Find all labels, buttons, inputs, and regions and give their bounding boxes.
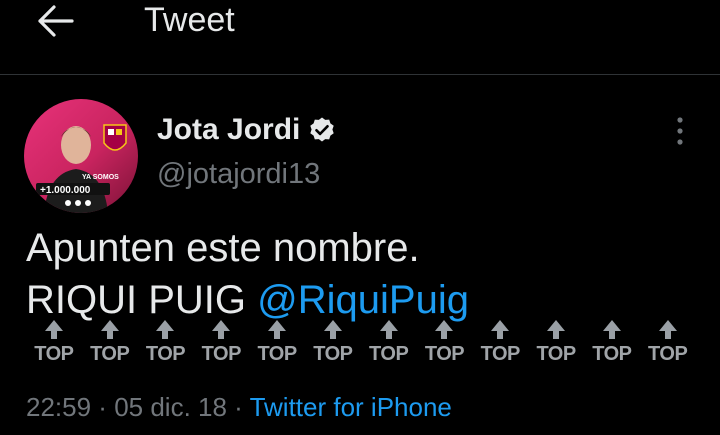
up-arrow-stem <box>497 331 504 339</box>
top-emoji: TOP <box>417 320 473 366</box>
top-emoji: TOP <box>193 320 249 366</box>
up-arrow-icon <box>323 320 342 331</box>
tweet-meta: 22:59 · 05 dic. 18 · Twitter for iPhone <box>26 392 452 423</box>
up-arrow-icon <box>435 320 454 331</box>
up-arrow-icon <box>658 320 677 331</box>
top-emoji-row: TOP TOP TOP TOP TOP TOP TOP TOP TOP TOP TOP TOP <box>26 320 696 366</box>
up-arrow-icon <box>100 320 119 331</box>
top-emoji-label: TOP <box>536 343 576 365</box>
up-arrow-icon <box>44 320 63 331</box>
top-emoji: TOP <box>640 320 696 366</box>
author-display-name[interactable]: Jota Jordi <box>157 113 300 147</box>
top-emoji: TOP <box>305 320 361 366</box>
up-arrow-stem <box>608 331 615 339</box>
up-arrow-stem <box>385 331 392 339</box>
tweet-line-2-text: RIQUI PUIG <box>26 278 258 322</box>
top-emoji-label: TOP <box>648 343 688 365</box>
up-arrow-icon <box>491 320 510 331</box>
top-emoji-label: TOP <box>424 343 465 365</box>
avatar-overlay-line2: +1.000.000 <box>40 185 91 196</box>
tweet-source-link[interactable]: Twitter for iPhone <box>250 392 452 422</box>
up-arrow-stem <box>106 331 113 339</box>
top-emoji: TOP <box>249 320 305 366</box>
top-emoji-label: TOP <box>90 343 130 365</box>
tweet-line-1: Apunten este nombre. <box>26 226 420 270</box>
top-emoji: TOP <box>82 320 138 366</box>
top-emoji: TOP <box>26 320 82 366</box>
top-emoji: TOP <box>528 320 584 366</box>
top-emoji-label: TOP <box>145 343 186 365</box>
more-vertical-icon <box>677 117 683 145</box>
up-arrow-stem <box>664 331 671 339</box>
more-options-button[interactable] <box>668 112 692 152</box>
up-arrow-stem <box>274 331 281 339</box>
top-emoji-label: TOP <box>313 343 353 365</box>
verified-badge-icon <box>308 116 336 144</box>
header-bar: Tweet <box>0 0 720 75</box>
tweet-line-2: RIQUI PUIG @RiquiPuig <box>26 274 469 326</box>
up-arrow-icon <box>212 320 231 331</box>
up-arrow-icon <box>268 320 287 331</box>
up-arrow-stem <box>162 331 169 339</box>
top-emoji-label: TOP <box>257 343 297 365</box>
avatar-overlay-line1: YA SOMOS <box>82 174 119 181</box>
top-emoji: TOP <box>138 320 194 366</box>
up-arrow-stem <box>441 331 448 339</box>
top-emoji: TOP <box>584 320 640 366</box>
tweet-time: 22:59 <box>26 392 92 422</box>
up-arrow-stem <box>218 331 225 339</box>
top-emoji-label: TOP <box>592 343 632 365</box>
up-arrow-stem <box>50 331 57 339</box>
tweet-date: 05 dic. 18 <box>114 392 227 422</box>
up-arrow-stem <box>553 331 560 339</box>
up-arrow-icon <box>602 320 621 331</box>
up-arrow-icon <box>379 320 398 331</box>
up-arrow-icon <box>156 320 175 331</box>
back-button[interactable] <box>36 4 76 38</box>
top-emoji-label: TOP <box>480 343 521 365</box>
tweet-body: Apunten este nombre. RIQUI PUIG @RiquiPu… <box>26 222 469 326</box>
meta-separator: · <box>226 392 250 422</box>
avatar[interactable]: YA SOMOS +1.000.000 <box>24 99 138 213</box>
top-emoji-label: TOP <box>369 343 409 365</box>
page-title: Tweet <box>144 1 235 39</box>
top-emoji: TOP <box>361 320 417 366</box>
arrow-left-icon <box>38 5 74 37</box>
top-emoji: TOP <box>472 320 528 366</box>
top-emoji-label: TOP <box>201 343 242 365</box>
up-arrow-icon <box>547 320 566 331</box>
meta-separator: · <box>91 392 115 422</box>
up-arrow-stem <box>329 331 336 339</box>
mention-link[interactable]: @RiquiPuig <box>257 278 469 322</box>
author-handle[interactable]: @jotajordi13 <box>157 158 320 191</box>
top-emoji-label: TOP <box>34 343 74 365</box>
author-name-row: Jota Jordi <box>157 112 336 148</box>
